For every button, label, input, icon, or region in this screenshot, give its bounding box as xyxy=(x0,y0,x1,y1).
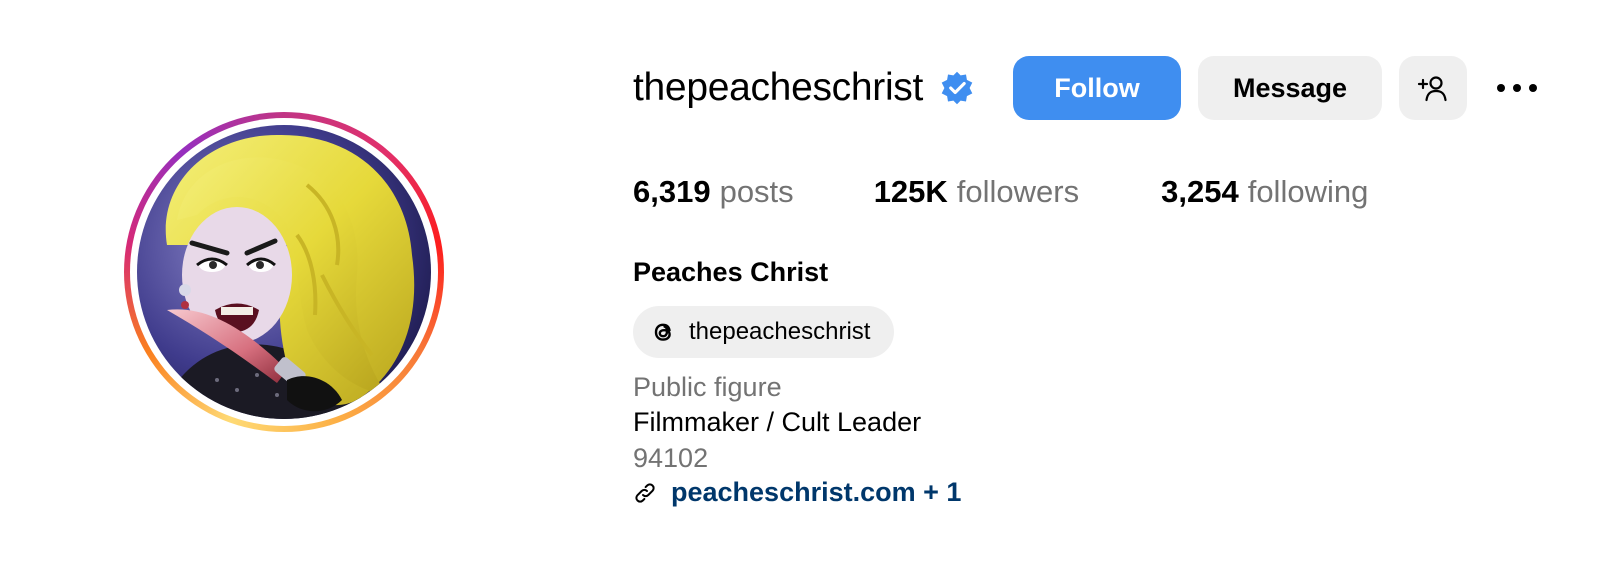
more-options-button[interactable] xyxy=(1493,56,1541,120)
posts-label: posts xyxy=(719,174,794,209)
threads-handle: thepeacheschrist xyxy=(689,318,871,345)
threads-icon xyxy=(654,323,671,341)
bio-text: Filmmaker / Cult Leader xyxy=(633,407,922,437)
followers-count: 125K xyxy=(873,174,948,209)
profile-header: thepeacheschrist Follow Message xyxy=(633,56,1541,120)
add-user-icon xyxy=(1417,76,1447,102)
link-icon xyxy=(635,482,655,503)
posts-stat[interactable]: 6,319 posts xyxy=(633,174,794,210)
story-ring[interactable] xyxy=(124,112,444,432)
followers-label: followers xyxy=(956,174,1080,209)
following-label: following xyxy=(1247,174,1369,209)
more-options-icon xyxy=(1497,84,1538,92)
message-button[interactable]: Message xyxy=(1198,56,1383,120)
avatar xyxy=(137,125,431,419)
threads-badge[interactable]: thepeacheschrist xyxy=(633,306,895,358)
follow-button[interactable]: Follow xyxy=(1013,56,1182,120)
posts-count: 6,319 xyxy=(633,174,711,209)
full-name: Peaches Christ xyxy=(633,257,829,287)
username: thepeacheschrist xyxy=(633,66,924,109)
avatar-gap xyxy=(130,118,438,426)
verified-badge-icon xyxy=(941,71,973,105)
external-link[interactable]: peacheschrist.com + 1 xyxy=(633,477,961,508)
profile-category: Public figure xyxy=(633,372,782,402)
add-user-button[interactable] xyxy=(1399,56,1468,120)
following-count: 3,254 xyxy=(1161,174,1239,209)
external-link-text: peacheschrist.com + 1 xyxy=(671,477,962,507)
following-stat[interactable]: 3,254 following xyxy=(1161,174,1368,210)
profile-stats: 6,319 posts 125K followers 3,254 followi… xyxy=(633,174,1368,210)
profile-page: thepeacheschrist Follow Message 6,319 po… xyxy=(0,0,1622,562)
bio-zip: 94102 xyxy=(633,443,709,473)
followers-stat[interactable]: 125K followers xyxy=(874,174,1079,210)
